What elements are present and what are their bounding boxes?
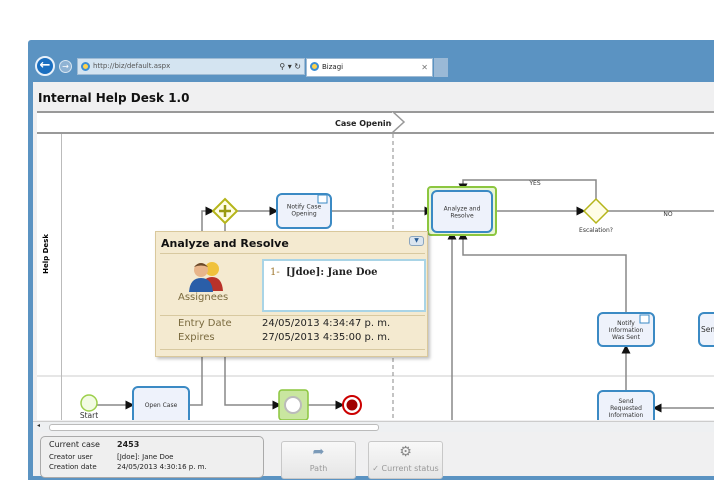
divider	[160, 315, 425, 316]
case-info-panel: Current case 2453 Creator user [Jdoe]: J…	[40, 436, 264, 478]
page-title: Internal Help Desk 1.0	[38, 91, 190, 105]
creation-date-label: Creation date	[49, 463, 97, 471]
no-label: NO	[663, 211, 672, 218]
ie-icon	[81, 62, 90, 71]
assignees-icon	[189, 262, 223, 292]
phase-label: Case Opening	[335, 119, 398, 128]
horizontal-scrollbar[interactable]: ◂	[33, 421, 714, 432]
back-button[interactable]: ←	[35, 56, 55, 76]
url-text: http://biz/default.aspx	[93, 62, 171, 70]
gear-status-icon: ⚙	[399, 444, 412, 460]
phase-bar: Case Opening	[37, 111, 714, 134]
assignee-list: 1- [Jdoe]: Jane Doe	[262, 259, 426, 312]
task-analyze-resolve[interactable]: Analyze and Resolve	[431, 190, 493, 233]
start-event[interactable]: Start	[80, 394, 98, 420]
current-status-button[interactable]: ⚙ ✓ Current status	[368, 441, 443, 479]
forward-button[interactable]: →	[59, 60, 72, 73]
popup-title: Analyze and Resolve	[161, 237, 289, 250]
creator-label: Creator user	[49, 453, 93, 461]
path-label: Path	[309, 464, 328, 473]
ie-icon	[310, 62, 319, 71]
start-label: Start	[80, 411, 98, 420]
task-partial-right[interactable]: Sen	[698, 312, 714, 347]
intermediate-event[interactable]	[278, 389, 309, 420]
task-label: Open Case	[145, 402, 178, 409]
task-notify-case-opening[interactable]: Notify Case Opening	[276, 193, 332, 229]
yes-label: YES	[528, 180, 540, 187]
browser-tab[interactable]: Bizagi ✕	[306, 58, 433, 77]
creator-value: [Jdoe]: Jane Doe	[117, 453, 174, 461]
divider	[160, 349, 425, 350]
assignee-name: [Jdoe]: Jane Doe	[286, 267, 378, 278]
gateway-label: Escalation?	[579, 227, 613, 234]
expires-value: 27/05/2013 4:35:00 p. m.	[262, 332, 391, 343]
scroll-left-icon[interactable]: ◂	[37, 422, 40, 429]
tab-title: Bizagi	[322, 63, 344, 71]
address-bar[interactable]: http://biz/default.aspx ⚲ ▾ ↻	[77, 58, 305, 75]
close-tab-icon[interactable]: ✕	[421, 59, 428, 76]
path-icon: ➦	[312, 444, 325, 460]
lane-label: Help Desk	[42, 234, 50, 274]
divider	[160, 253, 425, 254]
new-tab-button[interactable]	[434, 58, 448, 77]
phase-chevron	[392, 111, 406, 134]
task-send-requested-information[interactable]: Send Requested Information	[597, 390, 655, 420]
expires-label: Expires	[178, 332, 215, 343]
message-icon	[317, 194, 328, 204]
assignees-label: Assignees	[178, 292, 229, 303]
current-case-label: Current case	[49, 440, 100, 449]
assignee-number: 1-	[270, 267, 280, 278]
task-details-popup: Analyze and Resolve ▼ Assignees 1- [Jdoe…	[155, 231, 428, 357]
entry-date-value: 24/05/2013 4:34:47 p. m.	[262, 318, 391, 329]
current-case-value: 2453	[117, 440, 140, 449]
message-icon	[639, 314, 650, 324]
assignee-item[interactable]: 1- [Jdoe]: Jane Doe	[270, 267, 378, 278]
scroll-thumb[interactable]	[49, 424, 379, 431]
search-refresh-icons[interactable]: ⚲ ▾ ↻	[279, 59, 301, 74]
end-event[interactable]	[342, 395, 362, 415]
entry-date-label: Entry Date	[178, 318, 232, 329]
popup-dropdown-button[interactable]: ▼	[409, 236, 424, 246]
flow	[458, 230, 627, 313]
task-label: Sen	[701, 325, 714, 334]
check-icon: ✓	[372, 464, 379, 473]
path-button[interactable]: ➦ Path	[281, 441, 356, 479]
task-notify-information-sent[interactable]: Notify Information Was Sent	[597, 312, 655, 347]
current-status-label: Current status	[381, 464, 439, 473]
task-label: Notify Case Opening	[287, 204, 322, 218]
task-open-case[interactable]: Open Case	[132, 386, 190, 420]
lane-header: Help Desk	[37, 134, 62, 420]
parallel-gateway[interactable]	[211, 197, 239, 225]
creation-date-value: 24/05/2013 4:30:16 p. m.	[117, 463, 207, 471]
escalation-gateway[interactable]	[582, 197, 610, 225]
